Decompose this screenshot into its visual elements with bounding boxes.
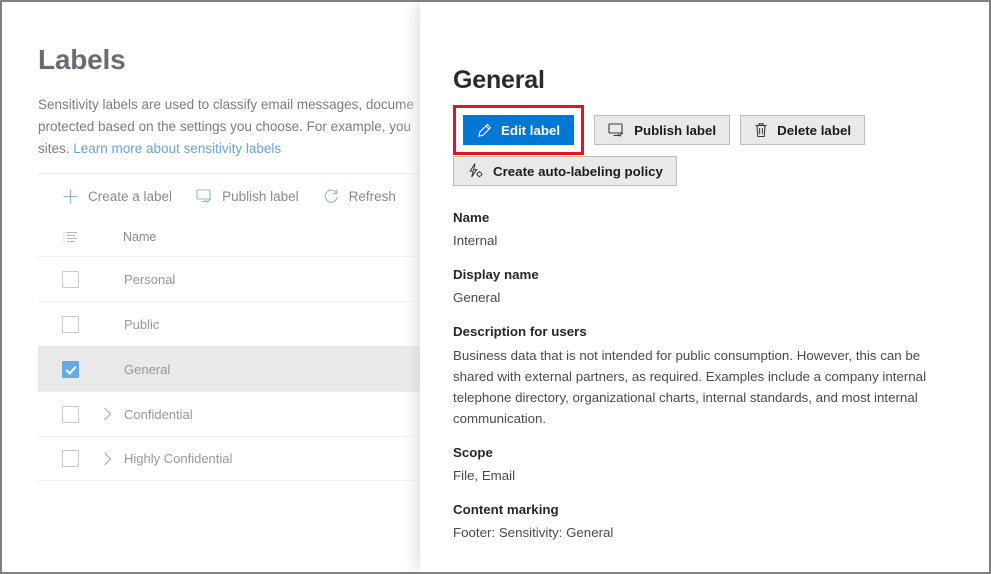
row-label-name: Confidential bbox=[124, 406, 193, 422]
edit-label-text: Edit label bbox=[501, 122, 561, 138]
row-label-name: Highly Confidential bbox=[124, 451, 233, 466]
panel-secondary-buttons: Create auto-labeling policy bbox=[453, 156, 971, 186]
row-label-name: General bbox=[124, 361, 171, 377]
table-row[interactable]: Personal bbox=[38, 256, 468, 301]
publish-monitor-icon bbox=[196, 188, 213, 205]
table-header: Name bbox=[38, 218, 468, 256]
row-checkbox[interactable] bbox=[61, 360, 79, 378]
list-order-icon[interactable] bbox=[50, 231, 90, 244]
row-checkbox-cell[interactable] bbox=[50, 360, 90, 378]
field-content-marking-value: Footer: Sensitivity: General bbox=[453, 525, 614, 540]
page-title: Labels bbox=[38, 44, 126, 75]
table-row[interactable]: General bbox=[38, 346, 468, 391]
row-checkbox[interactable] bbox=[61, 270, 79, 288]
field-name-label: Name bbox=[453, 210, 490, 225]
field-scope-value: File, Email bbox=[453, 468, 516, 483]
row-label-name: Personal bbox=[124, 271, 176, 287]
field-description-for-users: Description for users Business data that… bbox=[453, 322, 971, 429]
field-description-label: Description for users bbox=[453, 324, 587, 339]
auto-label-bolt-gear-icon bbox=[467, 163, 484, 179]
delete-label-text: Delete label bbox=[777, 122, 852, 138]
row-checkbox[interactable] bbox=[61, 450, 79, 467]
row-checkbox-cell[interactable] bbox=[50, 405, 90, 423]
edit-label-button[interactable]: Edit label bbox=[463, 115, 575, 145]
labels-page: Labels Sensitivity labels are used to cl… bbox=[2, 2, 472, 572]
field-description-value: Business data that is not intended for p… bbox=[453, 348, 927, 426]
panel-title: General bbox=[453, 66, 545, 94]
publish-label-button[interactable]: Publish label bbox=[184, 178, 311, 214]
publish-monitor-icon bbox=[608, 122, 625, 138]
pencil-icon bbox=[477, 123, 492, 138]
row-checkbox-cell[interactable] bbox=[50, 450, 90, 467]
row-label-name: Public bbox=[124, 316, 160, 332]
learn-more-link[interactable]: Learn more about sensitivity labels bbox=[73, 141, 281, 156]
field-name: Name Internal bbox=[453, 208, 971, 251]
field-display-name-value: General bbox=[453, 290, 501, 305]
create-auto-labeling-policy-button[interactable]: Create auto-labeling policy bbox=[453, 156, 677, 186]
field-content-marking: Content marking Footer: Sensitivity: Gen… bbox=[453, 500, 971, 543]
column-header-name[interactable]: Name bbox=[123, 230, 156, 244]
panel-action-buttons: Edit label Publish label Delete label bbox=[453, 105, 971, 155]
page-description: Sensitivity labels are used to classify … bbox=[38, 94, 472, 160]
field-scope: Scope File, Email bbox=[453, 443, 971, 486]
table-row[interactable]: Highly Confidential bbox=[38, 436, 468, 481]
create-a-label-button[interactable]: Create a label bbox=[50, 178, 184, 214]
field-scope-label: Scope bbox=[453, 445, 493, 460]
refresh-button[interactable]: Refresh bbox=[311, 178, 408, 214]
label-details-panel: General Edit label Publish label Delete … bbox=[420, 2, 989, 572]
labels-table: Personal Public General Confidential Hig… bbox=[38, 256, 468, 481]
row-checkbox-cell[interactable] bbox=[50, 270, 90, 288]
row-checkbox[interactable] bbox=[61, 315, 79, 333]
publish-label-button[interactable]: Publish label bbox=[594, 115, 731, 145]
publish-label-text: Publish label bbox=[634, 122, 717, 138]
create-a-label-label: Create a label bbox=[88, 188, 173, 204]
trash-icon bbox=[754, 122, 768, 138]
field-display-name: Display name General bbox=[453, 265, 971, 308]
refresh-label: Refresh bbox=[348, 188, 396, 204]
command-bar: Create a label Publish label Refresh bbox=[38, 174, 468, 218]
row-checkbox-cell[interactable] bbox=[50, 315, 90, 333]
field-name-value: Internal bbox=[453, 233, 498, 248]
app-screenshot: Labels Sensitivity labels are used to cl… bbox=[0, 0, 991, 574]
field-display-name-label: Display name bbox=[453, 267, 539, 282]
row-checkbox[interactable] bbox=[61, 405, 79, 423]
refresh-icon bbox=[323, 188, 340, 205]
plus-icon bbox=[62, 188, 79, 205]
edit-label-highlight: Edit label bbox=[453, 105, 585, 155]
delete-label-button[interactable]: Delete label bbox=[740, 115, 866, 145]
field-content-marking-label: Content marking bbox=[453, 502, 559, 517]
create-auto-labeling-policy-text: Create auto-labeling policy bbox=[493, 163, 663, 179]
table-row[interactable]: Confidential bbox=[38, 391, 468, 436]
table-row[interactable]: Public bbox=[38, 301, 468, 346]
expand-chevron-icon[interactable] bbox=[94, 452, 120, 466]
publish-label-label: Publish label bbox=[222, 188, 299, 204]
expand-chevron-icon[interactable] bbox=[94, 407, 120, 421]
